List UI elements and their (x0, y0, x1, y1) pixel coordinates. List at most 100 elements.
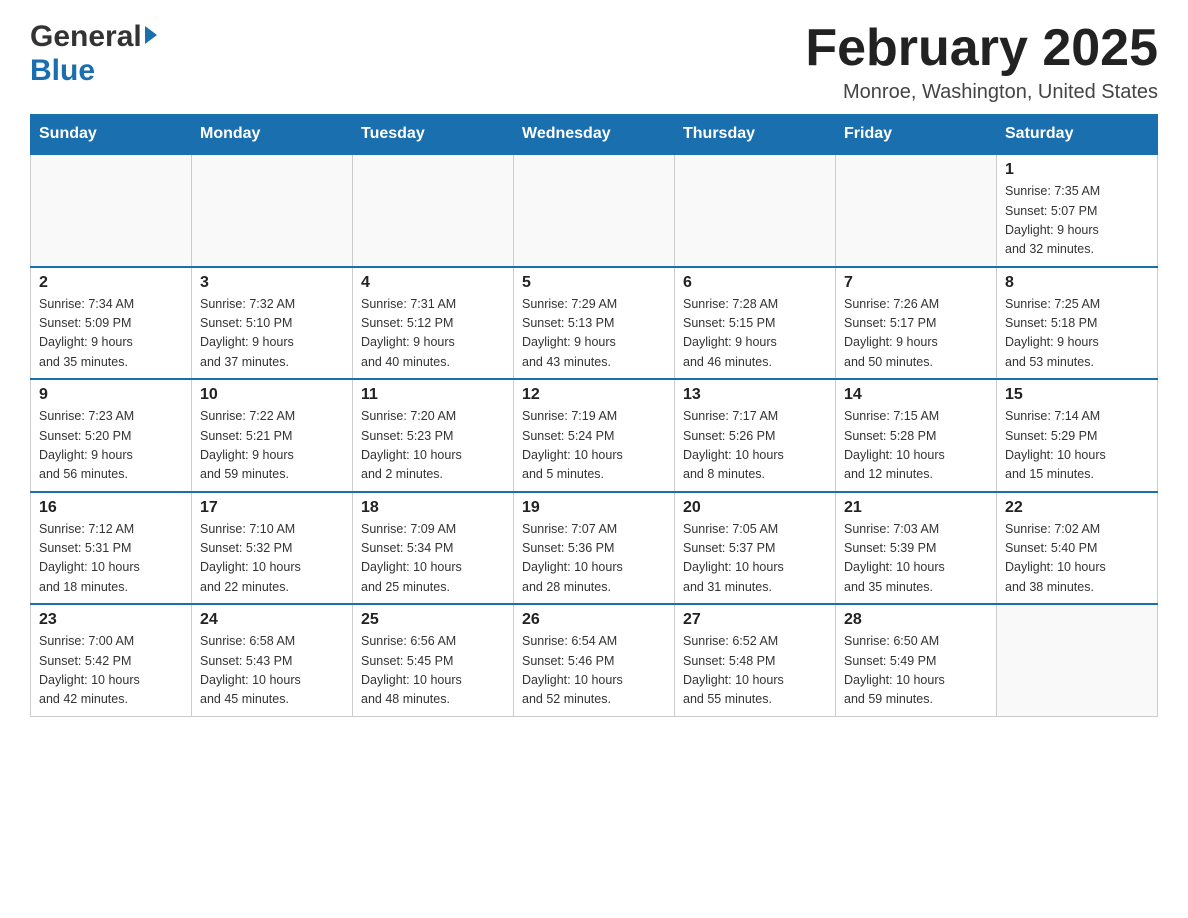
day-number: 23 (39, 611, 183, 629)
day-info: Sunrise: 6:50 AMSunset: 5:49 PMDaylight:… (844, 632, 988, 710)
month-title: February 2025 (805, 20, 1158, 77)
day-number: 25 (361, 611, 505, 629)
day-number: 21 (844, 499, 988, 517)
calendar-week-row: 9 Sunrise: 7:23 AMSunset: 5:20 PMDaylight… (31, 379, 1158, 492)
day-info: Sunrise: 6:52 AMSunset: 5:48 PMDaylight:… (683, 632, 827, 710)
day-info: Sunrise: 6:56 AMSunset: 5:45 PMDaylight:… (361, 632, 505, 710)
calendar-cell: 6 Sunrise: 7:28 AMSunset: 5:15 PMDaylight… (675, 267, 836, 380)
calendar-cell: 7 Sunrise: 7:26 AMSunset: 5:17 PMDaylight… (836, 267, 997, 380)
day-number: 8 (1005, 274, 1149, 292)
calendar-cell: 26Sunrise: 6:54 AMSunset: 5:46 PMDayligh… (514, 604, 675, 716)
day-info: Sunrise: 7:05 AMSunset: 5:37 PMDaylight:… (683, 520, 827, 598)
calendar-week-row: 23 Sunrise: 7:00 AMSunset: 5:42 PMDayligh… (31, 604, 1158, 716)
calendar-cell: 16 Sunrise: 7:12 AMSunset: 5:31 PMDayligh… (31, 492, 192, 605)
day-number: 1 (1005, 161, 1149, 179)
calendar-week-row: 2 Sunrise: 7:34 AMSunset: 5:09 PMDaylight… (31, 267, 1158, 380)
calendar-cell: 1 Sunrise: 7:35 AMSunset: 5:07 PMDaylight… (997, 154, 1158, 267)
calendar-table: SundayMondayTuesdayWednesdayThursdayFrid… (30, 114, 1158, 717)
day-info: Sunrise: 7:19 AMSunset: 5:24 PMDaylight:… (522, 407, 666, 485)
calendar-cell: 15 Sunrise: 7:14 AMSunset: 5:29 PMDayligh… (997, 379, 1158, 492)
day-info: Sunrise: 7:03 AMSunset: 5:39 PMDaylight:… (844, 520, 988, 598)
logo: General Blue (30, 20, 157, 88)
day-info: Sunrise: 7:20 AMSunset: 5:23 PMDaylight:… (361, 407, 505, 485)
calendar-cell: 11Sunrise: 7:20 AMSunset: 5:23 PMDayligh… (353, 379, 514, 492)
calendar-cell: 21 Sunrise: 7:03 AMSunset: 5:39 PMDayligh… (836, 492, 997, 605)
calendar-cell: 9 Sunrise: 7:23 AMSunset: 5:20 PMDaylight… (31, 379, 192, 492)
calendar-cell: 18 Sunrise: 7:09 AMSunset: 5:34 PMDayligh… (353, 492, 514, 605)
day-info: Sunrise: 7:32 AMSunset: 5:10 PMDaylight:… (200, 295, 344, 373)
day-number: 18 (361, 499, 505, 517)
calendar-cell: 2 Sunrise: 7:34 AMSunset: 5:09 PMDaylight… (31, 267, 192, 380)
day-number: 27 (683, 611, 827, 629)
calendar-cell: 10 Sunrise: 7:22 AMSunset: 5:21 PMDayligh… (192, 379, 353, 492)
day-info: Sunrise: 7:34 AMSunset: 5:09 PMDaylight:… (39, 295, 183, 373)
page-header: General Blue February 2025 Monroe, Washi… (30, 20, 1158, 104)
day-info: Sunrise: 7:23 AMSunset: 5:20 PMDaylight:… (39, 407, 183, 485)
calendar-cell: 14Sunrise: 7:15 AMSunset: 5:28 PMDayligh… (836, 379, 997, 492)
weekday-header-saturday: Saturday (997, 115, 1158, 155)
calendar-week-row: 16 Sunrise: 7:12 AMSunset: 5:31 PMDayligh… (31, 492, 1158, 605)
day-info: Sunrise: 6:58 AMSunset: 5:43 PMDaylight:… (200, 632, 344, 710)
calendar-cell (353, 154, 514, 267)
day-number: 20 (683, 499, 827, 517)
day-info: Sunrise: 7:12 AMSunset: 5:31 PMDaylight:… (39, 520, 183, 598)
day-info: Sunrise: 7:31 AMSunset: 5:12 PMDaylight:… (361, 295, 505, 373)
calendar-cell (514, 154, 675, 267)
day-number: 16 (39, 499, 183, 517)
day-number: 9 (39, 386, 183, 404)
title-block: February 2025 Monroe, Washington, United… (805, 20, 1158, 104)
day-number: 15 (1005, 386, 1149, 404)
calendar-header-row: SundayMondayTuesdayWednesdayThursdayFrid… (31, 115, 1158, 155)
day-number: 22 (1005, 499, 1149, 517)
calendar-week-row: 1 Sunrise: 7:35 AMSunset: 5:07 PMDaylight… (31, 154, 1158, 267)
day-info: Sunrise: 7:14 AMSunset: 5:29 PMDaylight:… (1005, 407, 1149, 485)
calendar-cell: 13 Sunrise: 7:17 AMSunset: 5:26 PMDayligh… (675, 379, 836, 492)
day-info: Sunrise: 7:09 AMSunset: 5:34 PMDaylight:… (361, 520, 505, 598)
day-number: 19 (522, 499, 666, 517)
day-number: 13 (683, 386, 827, 404)
day-number: 6 (683, 274, 827, 292)
day-info: Sunrise: 7:10 AMSunset: 5:32 PMDaylight:… (200, 520, 344, 598)
weekday-header-thursday: Thursday (675, 115, 836, 155)
day-info: Sunrise: 7:00 AMSunset: 5:42 PMDaylight:… (39, 632, 183, 710)
day-info: Sunrise: 7:07 AMSunset: 5:36 PMDaylight:… (522, 520, 666, 598)
calendar-cell (192, 154, 353, 267)
day-info: Sunrise: 7:22 AMSunset: 5:21 PMDaylight:… (200, 407, 344, 485)
weekday-header-friday: Friday (836, 115, 997, 155)
calendar-cell: 5 Sunrise: 7:29 AMSunset: 5:13 PMDaylight… (514, 267, 675, 380)
calendar-cell: 8Sunrise: 7:25 AMSunset: 5:18 PMDaylight… (997, 267, 1158, 380)
day-number: 28 (844, 611, 988, 629)
calendar-cell (675, 154, 836, 267)
logo-blue-text: Blue (30, 54, 95, 88)
calendar-cell: 28 Sunrise: 6:50 AMSunset: 5:49 PMDayligh… (836, 604, 997, 716)
day-info: Sunrise: 7:26 AMSunset: 5:17 PMDaylight:… (844, 295, 988, 373)
weekday-header-tuesday: Tuesday (353, 115, 514, 155)
day-number: 3 (200, 274, 344, 292)
location: Monroe, Washington, United States (805, 81, 1158, 104)
day-info: Sunrise: 7:02 AMSunset: 5:40 PMDaylight:… (1005, 520, 1149, 598)
day-info: Sunrise: 7:17 AMSunset: 5:26 PMDaylight:… (683, 407, 827, 485)
day-number: 17 (200, 499, 344, 517)
day-number: 12 (522, 386, 666, 404)
calendar-cell: 19 Sunrise: 7:07 AMSunset: 5:36 PMDayligh… (514, 492, 675, 605)
day-info: Sunrise: 7:29 AMSunset: 5:13 PMDaylight:… (522, 295, 666, 373)
day-number: 2 (39, 274, 183, 292)
calendar-cell: 24 Sunrise: 6:58 AMSunset: 5:43 PMDayligh… (192, 604, 353, 716)
calendar-cell: 20 Sunrise: 7:05 AMSunset: 5:37 PMDayligh… (675, 492, 836, 605)
calendar-cell: 12 Sunrise: 7:19 AMSunset: 5:24 PMDayligh… (514, 379, 675, 492)
day-number: 4 (361, 274, 505, 292)
calendar-cell (31, 154, 192, 267)
day-number: 5 (522, 274, 666, 292)
weekday-header-wednesday: Wednesday (514, 115, 675, 155)
calendar-cell: 4 Sunrise: 7:31 AMSunset: 5:12 PMDaylight… (353, 267, 514, 380)
calendar-cell: 17 Sunrise: 7:10 AMSunset: 5:32 PMDayligh… (192, 492, 353, 605)
day-number: 14 (844, 386, 988, 404)
day-info: Sunrise: 7:35 AMSunset: 5:07 PMDaylight:… (1005, 182, 1149, 260)
calendar-cell: 27 Sunrise: 6:52 AMSunset: 5:48 PMDayligh… (675, 604, 836, 716)
day-number: 24 (200, 611, 344, 629)
day-number: 10 (200, 386, 344, 404)
day-info: Sunrise: 7:28 AMSunset: 5:15 PMDaylight:… (683, 295, 827, 373)
weekday-header-monday: Monday (192, 115, 353, 155)
calendar-cell: 25 Sunrise: 6:56 AMSunset: 5:45 PMDayligh… (353, 604, 514, 716)
day-number: 7 (844, 274, 988, 292)
